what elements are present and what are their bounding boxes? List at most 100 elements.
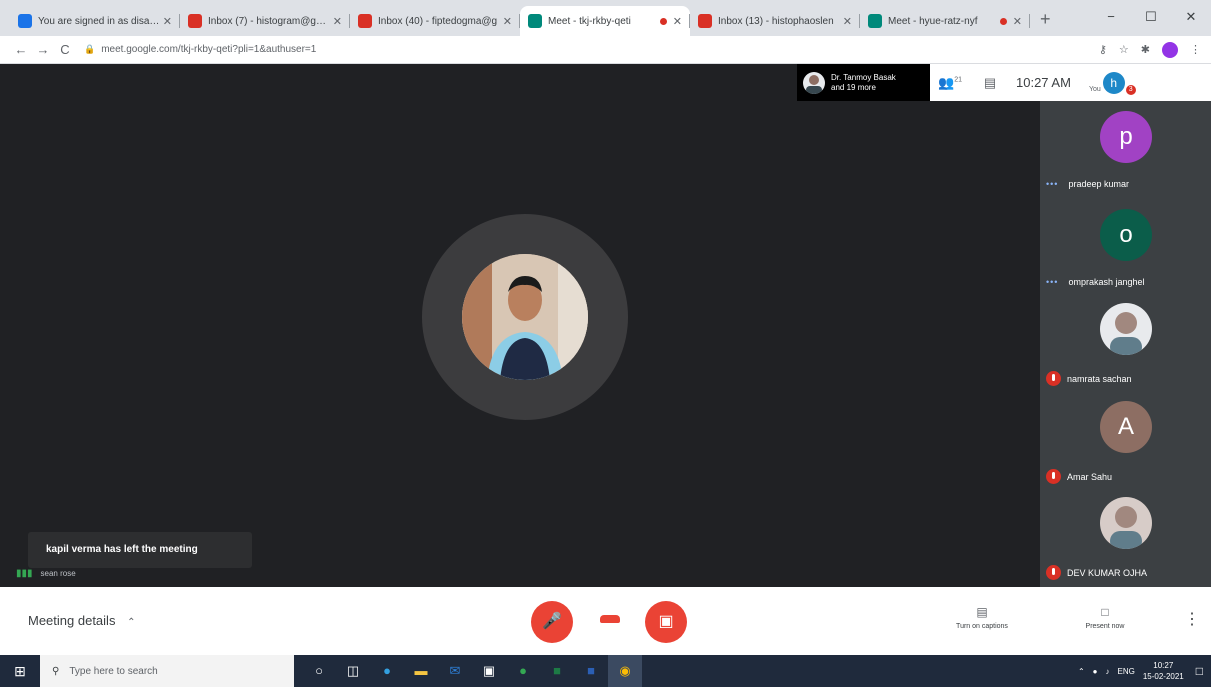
tab-close-icon[interactable]: ✕ bbox=[1013, 15, 1022, 28]
reload-button[interactable]: C bbox=[54, 42, 76, 57]
self-tile-label: ▮▮▮ sean rose bbox=[16, 568, 76, 579]
meeting-header-bar: 👥21 ▤ 10:27 AM You h 3 bbox=[930, 64, 1211, 101]
tab-favicon-icon bbox=[188, 14, 202, 28]
camera-toggle-button[interactable]: ▣ bbox=[645, 601, 687, 643]
participant-name-row: ••• pradeep kumar bbox=[1046, 179, 1129, 189]
people-icon: 👥 bbox=[938, 74, 955, 90]
tab-close-icon[interactable]: ✕ bbox=[333, 15, 342, 28]
mic-muted-icon bbox=[1046, 565, 1061, 580]
participant-avatar: A bbox=[1100, 401, 1152, 453]
captions-button[interactable]: ▤ Turn on captions bbox=[937, 605, 1027, 630]
self-avatar[interactable]: h bbox=[1102, 71, 1125, 94]
key-icon[interactable]: ⚷ bbox=[1099, 43, 1107, 56]
participant-tile[interactable]: A Amar Sahu bbox=[1040, 401, 1211, 497]
captions-label: Turn on captions bbox=[956, 623, 1008, 630]
hang-up-button[interactable] bbox=[600, 615, 620, 623]
tab-title: Inbox (7) - histogram@gmail bbox=[208, 15, 333, 27]
language-indicator[interactable]: ENG bbox=[1117, 667, 1134, 676]
extensions-icon[interactable]: ✱ bbox=[1141, 43, 1150, 56]
participants-column: p ••• pradeep kumar o ••• omprakash janghel na… bbox=[1040, 101, 1211, 587]
tab-close-icon[interactable]: ✕ bbox=[843, 15, 852, 28]
tab-close-icon[interactable]: ✕ bbox=[673, 15, 682, 28]
present-icon: □ bbox=[1101, 605, 1109, 619]
chrome-icon[interactable]: ◉ bbox=[608, 655, 642, 687]
speaking-dots-icon: ••• bbox=[1046, 179, 1059, 189]
chat-icon[interactable]: ▤ bbox=[970, 75, 1010, 91]
presenter-card: Dr. Tanmoy Basak and 19 more bbox=[797, 64, 930, 101]
tab-favicon-icon bbox=[698, 14, 712, 28]
mic-toggle-button[interactable]: 🎤 bbox=[531, 601, 573, 643]
participant-tile[interactable]: p ••• pradeep kumar bbox=[1040, 111, 1211, 207]
file-explorer-icon[interactable]: ▬ bbox=[404, 655, 438, 687]
new-tab-button[interactable]: + bbox=[1040, 9, 1051, 30]
volume-icon[interactable]: ♪ bbox=[1105, 667, 1109, 676]
network-icon[interactable]: ● bbox=[1093, 667, 1098, 676]
tab-favicon-icon bbox=[358, 14, 372, 28]
meeting-controls-bar: Meeting details ⌃ 🎤 ▣ ▤ Turn on captions… bbox=[0, 587, 1211, 655]
participant-tile[interactable]: namrata sachan bbox=[1040, 303, 1211, 399]
whatsapp-icon[interactable]: ● bbox=[506, 655, 540, 687]
taskbar-time: 10:27 bbox=[1153, 661, 1174, 670]
store-icon[interactable]: ▣ bbox=[472, 655, 506, 687]
participant-tile[interactable]: DEV KUMAR OJHA bbox=[1040, 497, 1211, 593]
captions-icon: ▤ bbox=[976, 605, 988, 619]
browser-tab[interactable]: Meet - hyue-ratz-nyf ✕ bbox=[860, 6, 1030, 36]
tray-chevron-icon[interactable]: ⌃ bbox=[1078, 667, 1085, 676]
tab-close-icon[interactable]: ✕ bbox=[503, 15, 512, 28]
browser-tab[interactable]: Inbox (40) - fiptedogma@g ✕ bbox=[350, 6, 520, 36]
tab-favicon-icon bbox=[18, 14, 32, 28]
window-controls: − ☐ ✕ bbox=[1091, 0, 1211, 34]
participant-name-row: DEV KUMAR OJHA bbox=[1046, 565, 1147, 580]
excel-icon[interactable]: ■ bbox=[540, 655, 574, 687]
recording-indicator-icon bbox=[659, 17, 667, 25]
participants-button[interactable]: 👥21 bbox=[930, 75, 970, 91]
tab-title: You are signed in as disabled bbox=[38, 15, 163, 27]
mail-icon[interactable]: ✉ bbox=[438, 655, 472, 687]
forward-button[interactable]: → bbox=[32, 42, 54, 57]
more-options-icon[interactable]: ⋮ bbox=[1184, 609, 1200, 629]
browser-tab[interactable]: Inbox (7) - histogram@gmail ✕ bbox=[180, 6, 350, 36]
cortana-icon[interactable]: ○ bbox=[302, 655, 336, 687]
tab-title: Inbox (13) - histophaoslen bbox=[718, 15, 834, 27]
recording-indicator-icon bbox=[999, 17, 1007, 25]
participant-name: namrata sachan bbox=[1067, 373, 1132, 384]
tab-divider bbox=[1029, 14, 1030, 28]
presenter-avatar bbox=[803, 71, 825, 94]
address-bar[interactable]: 🔒 meet.google.com/tkj-rkby-qeti?pli=1&au… bbox=[84, 40, 1087, 60]
task-view-icon[interactable]: ◫ bbox=[336, 655, 370, 687]
main-speaker-tile: kapil verma has left the meeting ▮▮▮ sea… bbox=[0, 64, 1040, 587]
participant-tile[interactable]: o ••• omprakash janghel bbox=[1040, 209, 1211, 305]
back-button[interactable]: ← bbox=[10, 42, 32, 57]
participant-avatar bbox=[1100, 303, 1152, 355]
word-icon[interactable]: ■ bbox=[574, 655, 608, 687]
star-icon[interactable]: ☆ bbox=[1119, 43, 1129, 56]
participant-avatar bbox=[1100, 497, 1152, 549]
taskbar-clock[interactable]: 10:27 15-02-2021 bbox=[1143, 660, 1184, 682]
participant-avatar: o bbox=[1100, 209, 1152, 261]
maximize-button[interactable]: ☐ bbox=[1131, 0, 1171, 34]
taskbar-search[interactable]: ⚲ Type here to search bbox=[40, 655, 294, 687]
browser-tab[interactable]: Inbox (13) - histophaoslen ✕ bbox=[690, 6, 860, 36]
participant-name: pradeep kumar bbox=[1068, 179, 1129, 189]
participants-count: 21 bbox=[954, 76, 962, 84]
present-now-button[interactable]: □ Present now bbox=[1060, 605, 1150, 630]
participant-avatar: p bbox=[1100, 111, 1152, 163]
browser-tab[interactable]: Meet - tkj-rkby-qeti ✕ bbox=[520, 6, 690, 36]
tab-close-icon[interactable]: ✕ bbox=[163, 15, 172, 28]
search-icon: ⚲ bbox=[52, 665, 60, 677]
search-placeholder: Type here to search bbox=[69, 665, 158, 677]
edge-icon[interactable]: ● bbox=[370, 655, 404, 687]
windows-start-icon[interactable]: ⊞ bbox=[0, 663, 40, 680]
browser-toolbar: ← → C 🔒 meet.google.com/tkj-rkby-qeti?pl… bbox=[0, 36, 1211, 64]
browser-tab[interactable]: You are signed in as disabled ✕ bbox=[10, 6, 180, 36]
notifications-icon[interactable]: □ bbox=[1196, 664, 1203, 678]
meeting-details-button[interactable]: Meeting details ⌃ bbox=[28, 613, 135, 628]
menu-icon[interactable]: ⋮ bbox=[1190, 43, 1201, 56]
profile-avatar[interactable] bbox=[1162, 41, 1178, 58]
mic-off-icon: 🎤 bbox=[542, 613, 562, 630]
close-button[interactable]: ✕ bbox=[1171, 0, 1211, 34]
minimize-button[interactable]: − bbox=[1091, 0, 1131, 34]
presenter-more: and 19 more bbox=[831, 82, 876, 92]
meeting-details-label: Meeting details bbox=[28, 613, 116, 628]
mic-muted-icon bbox=[1046, 469, 1061, 484]
